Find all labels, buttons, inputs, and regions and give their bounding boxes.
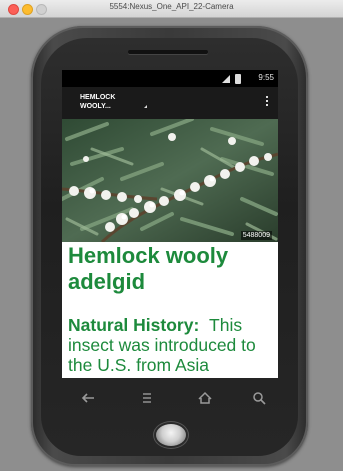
battery-icon xyxy=(235,74,241,84)
menu-icon[interactable] xyxy=(136,388,158,408)
emulator-titlebar: 5554:Nexus_One_API_22-Camera xyxy=(0,0,343,18)
dropdown-caret-icon xyxy=(144,105,147,108)
status-time: 9:55 xyxy=(258,73,274,82)
spinner-label: HEMLOCK WOOLY... xyxy=(80,94,116,110)
natural-history-text: Natural History: This insect was introdu… xyxy=(68,315,276,375)
search-icon[interactable] xyxy=(248,388,270,408)
soft-keys xyxy=(60,384,280,412)
trackball[interactable] xyxy=(156,424,186,446)
species-spinner[interactable]: HEMLOCK WOOLY... xyxy=(80,93,150,115)
status-bar: 9:55 xyxy=(62,70,278,87)
earpiece-speaker xyxy=(128,50,208,54)
window-title: 5554:Nexus_One_API_22-Camera xyxy=(109,2,234,11)
section-label: Natural History: xyxy=(68,315,200,335)
device-screen: 9:55 HEMLOCK WOOLY... 5488009 Hemlock wo… xyxy=(62,70,278,378)
species-detail: 5488009 Hemlock wooly adelgid Natural Hi… xyxy=(62,119,278,378)
back-icon[interactable] xyxy=(78,388,100,408)
photo-id-label: 5488009 xyxy=(240,231,272,240)
species-photo xyxy=(62,119,278,242)
overflow-menu-icon[interactable] xyxy=(264,95,270,109)
home-icon[interactable] xyxy=(194,388,216,408)
species-title: Hemlock wooly adelgid xyxy=(68,243,229,294)
signal-icon xyxy=(222,75,230,83)
action-bar: HEMLOCK WOOLY... xyxy=(62,87,278,119)
